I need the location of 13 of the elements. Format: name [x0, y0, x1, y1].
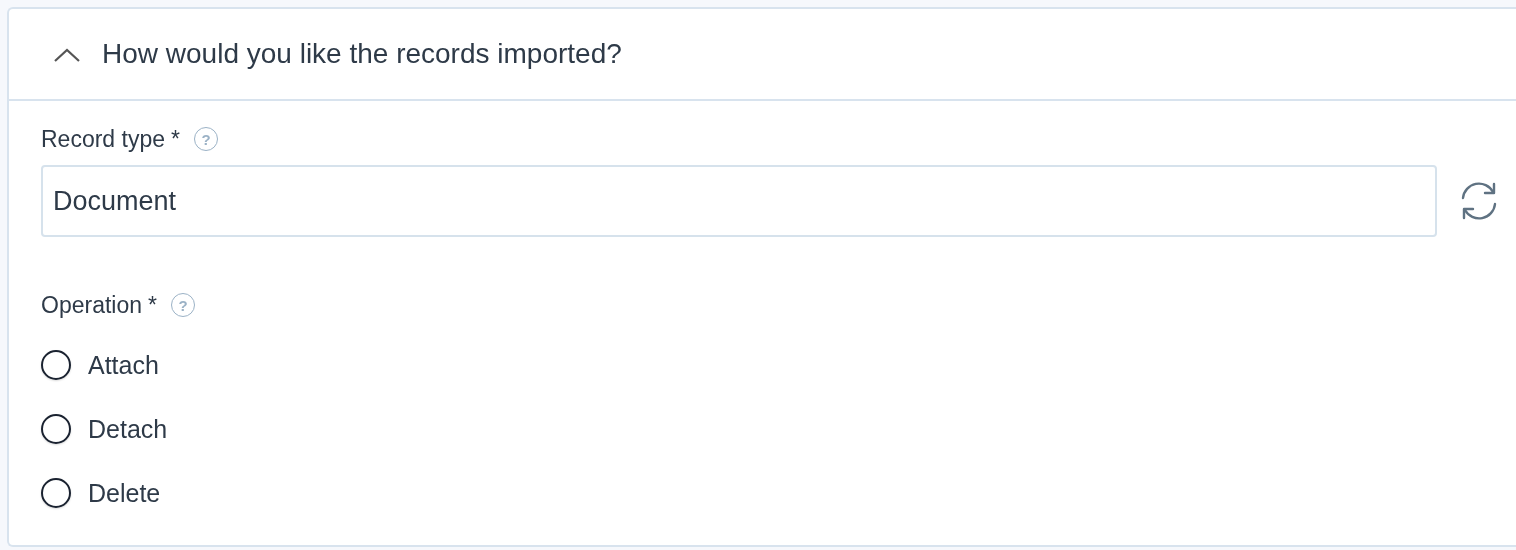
radio-button[interactable] [41, 414, 71, 444]
required-mark: * [148, 291, 157, 319]
section-title: How would you like the records imported? [102, 38, 622, 70]
input-field[interactable]: Document [41, 165, 1437, 237]
field-label: Record type [41, 125, 165, 153]
option-label: Attach [88, 350, 159, 380]
field-label: Operation [41, 291, 142, 319]
option-label: Detach [88, 414, 168, 444]
radio-button[interactable] [41, 350, 71, 380]
chevron-up-icon[interactable] [53, 47, 81, 63]
radio-button[interactable] [41, 478, 71, 508]
required-mark: * [171, 125, 180, 153]
option-label: Delete [88, 478, 161, 508]
